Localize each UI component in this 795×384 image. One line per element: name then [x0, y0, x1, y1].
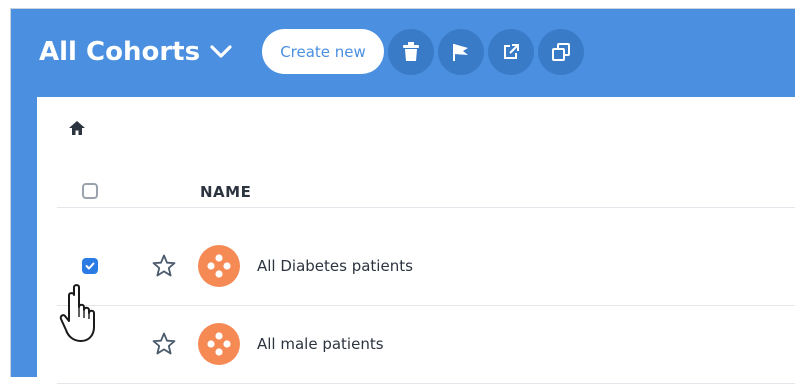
star-icon[interactable]: [152, 254, 176, 277]
cohort-name[interactable]: All male patients: [257, 335, 384, 353]
flag-button[interactable]: [438, 29, 484, 75]
delete-button[interactable]: [388, 29, 434, 75]
flag-icon: [453, 44, 468, 61]
select-all-checkbox[interactable]: [82, 183, 98, 199]
app-frame: All Cohorts Create new NAME All Diabetes…: [10, 8, 795, 384]
name-column-header[interactable]: NAME: [200, 183, 251, 201]
cohort-selector[interactable]: All Cohorts: [39, 37, 232, 67]
page-title: All Cohorts: [39, 37, 201, 67]
duplicate-icon: [552, 43, 570, 61]
duplicate-button[interactable]: [538, 29, 584, 75]
cohort-icon: [198, 323, 240, 365]
trash-icon: [403, 42, 419, 61]
checkmark-icon: [85, 262, 95, 270]
table-header: NAME: [57, 169, 795, 208]
star-icon[interactable]: [152, 332, 176, 355]
cohort-name[interactable]: All Diabetes patients: [257, 257, 413, 275]
cohort-icon: [198, 245, 240, 287]
home-icon[interactable]: [69, 121, 85, 135]
cohort-panel: NAME All Diabetes patients All male pati…: [37, 97, 795, 384]
header-bar: All Cohorts Create new: [11, 9, 795, 97]
table-row[interactable]: All male patients: [57, 306, 795, 384]
table-row[interactable]: All Diabetes patients: [57, 228, 795, 306]
hand-cursor-icon: [59, 284, 95, 342]
share-button[interactable]: [488, 29, 534, 75]
row-checkbox[interactable]: [82, 258, 98, 274]
chevron-down-icon: [210, 45, 232, 58]
create-new-button[interactable]: Create new: [262, 29, 384, 74]
share-icon: [504, 44, 519, 59]
